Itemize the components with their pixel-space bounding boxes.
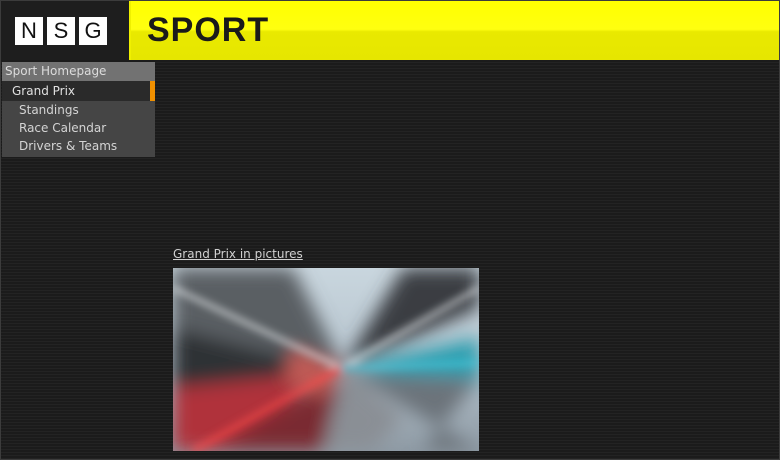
logo-letter-n: N [15,16,43,45]
nav-item-standings[interactable]: Standings [2,101,155,119]
sidebar-nav: Sport Homepage Grand Prix Standings Race… [2,62,155,157]
nav-grand-prix-label: Grand Prix [12,84,76,98]
sport-banner: SPORT [129,1,779,60]
page-frame: N S G SPORT Sport Homepage Grand Prix St… [0,0,780,460]
logo-letter-g: G [79,16,107,45]
section-title: SPORT [147,11,270,49]
nav-item-race-calendar[interactable]: Race Calendar [2,119,155,137]
nav-sport-homepage[interactable]: Sport Homepage [2,62,155,81]
grand-prix-pictures-link[interactable]: Grand Prix in pictures [173,247,303,261]
motion-blur-photo-icon [173,268,479,451]
site-header: N S G SPORT [1,1,779,60]
nsg-logo[interactable]: N S G [1,1,129,60]
logo-letter-s: S [47,16,75,45]
nav-item-drivers-teams[interactable]: Drivers & Teams [2,137,155,157]
nav-grand-prix[interactable]: Grand Prix [2,81,155,101]
grand-prix-photo[interactable] [173,268,479,451]
active-section-marker [150,81,155,101]
